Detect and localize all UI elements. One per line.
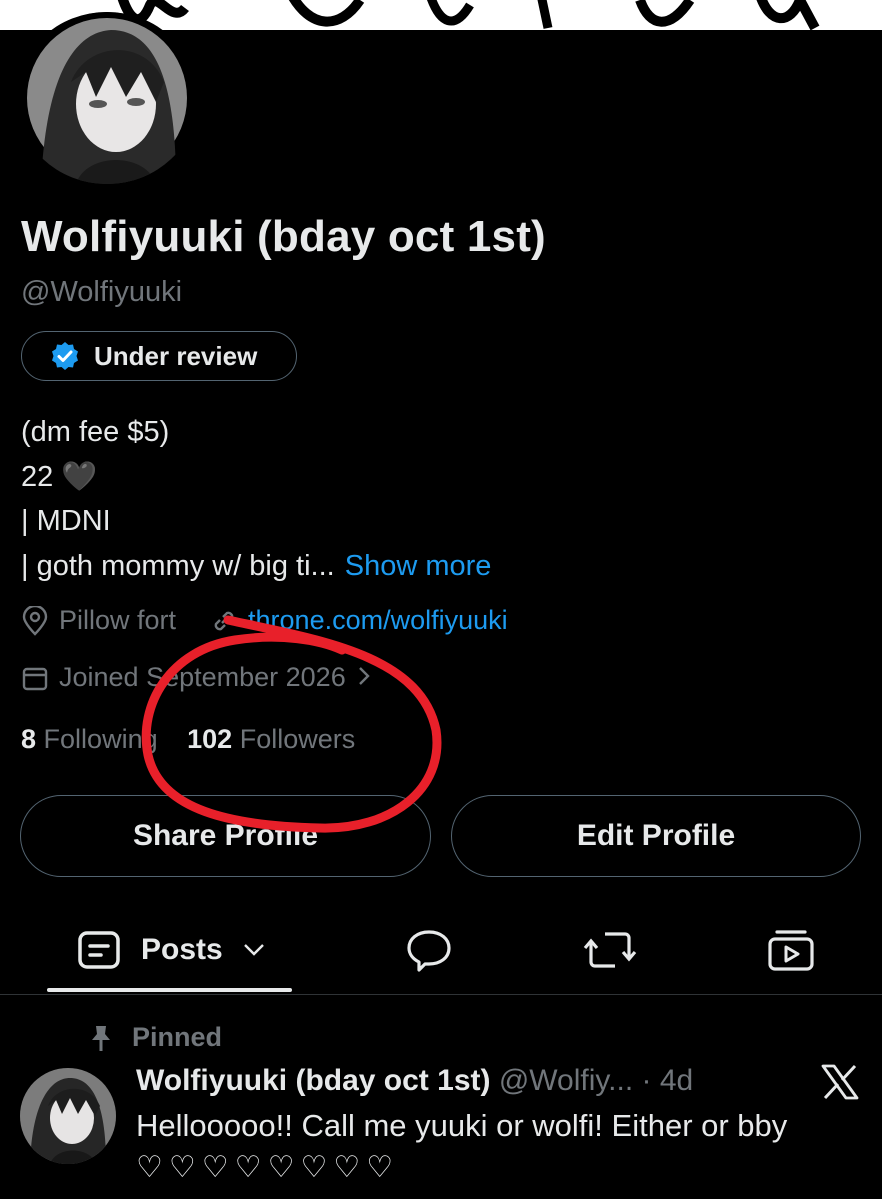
pinned-label: Pinned <box>132 1022 223 1052</box>
pin-icon <box>88 1024 114 1052</box>
bio-line: 22 🖤 <box>21 460 98 493</box>
active-tab-indicator <box>47 988 292 992</box>
calendar-icon <box>21 664 49 692</box>
replies-icon <box>405 928 453 972</box>
following-link[interactable]: 8 Following <box>21 724 158 754</box>
x-logo-icon <box>820 1064 860 1105</box>
show-more-link[interactable]: Show more <box>345 550 492 582</box>
share-profile-button[interactable]: Share Profile <box>20 795 431 877</box>
tabs-divider <box>0 994 882 995</box>
reposts-icon <box>583 928 637 972</box>
display-name: Wolfiyuuki (bday oct 1st) <box>21 212 546 261</box>
tab-replies[interactable] <box>405 915 453 985</box>
bio-line: (dm fee $5) <box>21 416 170 448</box>
verified-badge-icon <box>50 341 80 371</box>
posts-icon <box>77 930 121 970</box>
location-text: Pillow fort <box>59 605 177 635</box>
bio-line: | goth mommy w/ big ti... <box>21 549 335 582</box>
post-text: Hellooooo!! Call me yuuki or wolfi! Eith… <box>136 1108 788 1143</box>
joined-date: Joined September 2026 <box>59 662 346 692</box>
profile-meta-location: Pillow fort throne.com/wolfiyuuki <box>21 605 508 636</box>
post-hearts: ♡♡♡♡♡♡♡♡ <box>136 1151 400 1184</box>
followers-link[interactable]: 102 Followers <box>187 724 355 754</box>
bio-line: | MDNI <box>21 505 111 537</box>
post-author-avatar[interactable] <box>20 1068 116 1164</box>
tab-posts[interactable]: Posts <box>77 915 265 985</box>
tab-reposts[interactable] <box>583 915 637 985</box>
tab-posts-label: Posts <box>141 933 223 966</box>
post-header: Wolfiyuuki (bday oct 1st) @Wolfiy... · 4… <box>136 1064 693 1098</box>
chevron-down-icon[interactable] <box>243 943 265 957</box>
post-author-handle[interactable]: @Wolfiy... <box>499 1064 633 1097</box>
post-author-name[interactable]: Wolfiyuuki (bday oct 1st) <box>136 1064 490 1097</box>
profile-handle: @Wolfiyuuki <box>21 276 183 308</box>
profile-bio: (dm fee $5) 22 🖤 | MDNI | goth mommy w/ … <box>21 410 491 588</box>
tab-media[interactable] <box>767 915 815 985</box>
profile-tabs: Posts <box>0 915 882 995</box>
media-icon <box>767 928 815 972</box>
website-link[interactable]: throne.com/wolfiyuuki <box>248 605 508 636</box>
verification-label: Under review <box>94 340 258 371</box>
chevron-right-icon[interactable] <box>358 662 370 693</box>
verification-status-button[interactable]: Under review <box>21 331 297 381</box>
edit-profile-button[interactable]: Edit Profile <box>451 795 861 877</box>
post-time: · 4d <box>641 1064 694 1097</box>
location-pin-icon <box>21 605 49 636</box>
follow-stats: 8 Following 102 Followers <box>21 724 355 755</box>
pinned-indicator: Pinned <box>88 1022 222 1053</box>
profile-avatar[interactable] <box>16 12 198 184</box>
profile-meta-joined: Joined September 2026 <box>21 662 370 693</box>
link-icon <box>210 607 238 635</box>
